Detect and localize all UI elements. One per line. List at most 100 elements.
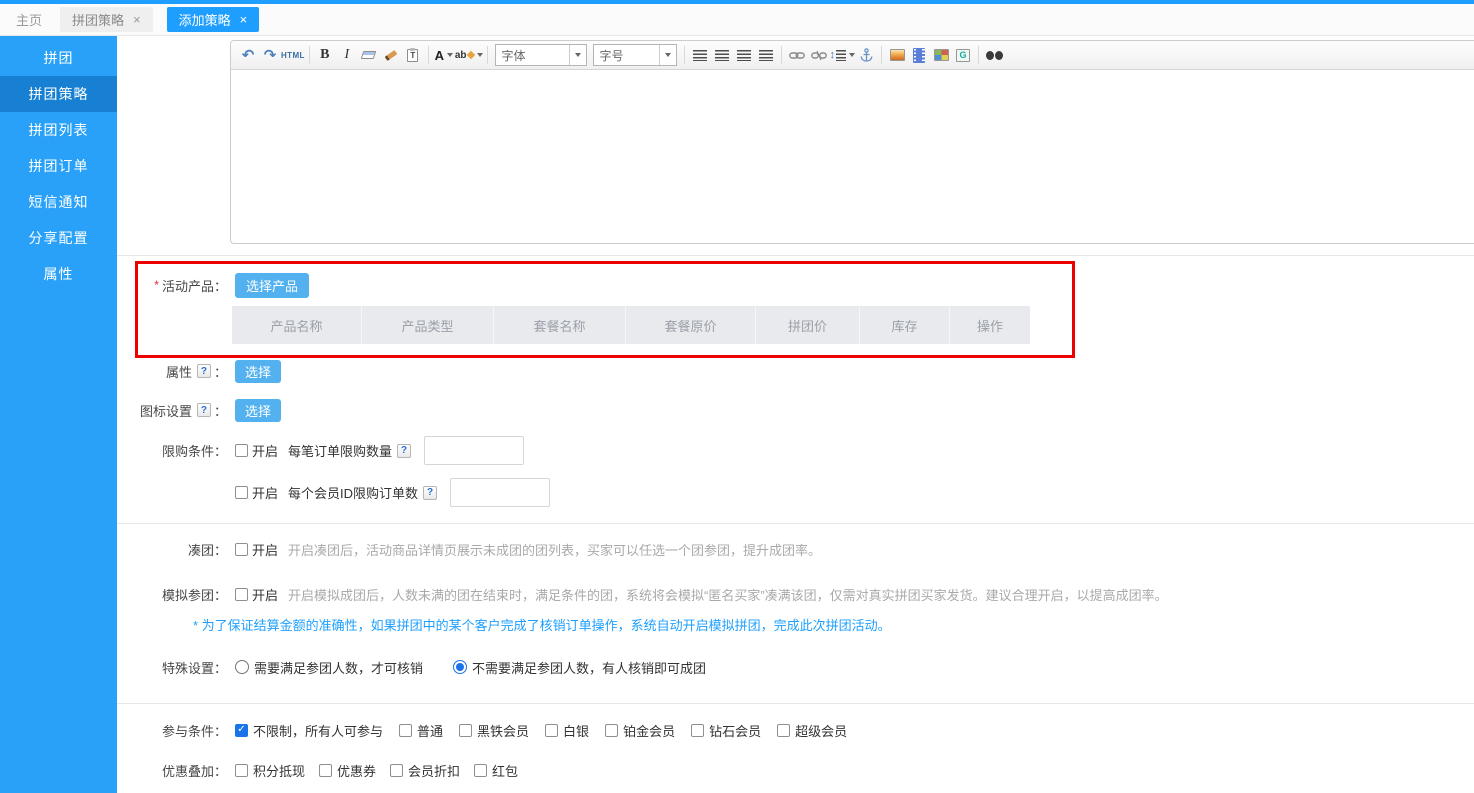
special-option[interactable]: 不需要满足参团人数，有人核销即可成团 bbox=[453, 658, 706, 677]
join-option[interactable]: 超级会员 bbox=[777, 721, 847, 740]
discount-option[interactable]: 优惠券 bbox=[319, 761, 376, 780]
remove-link-icon[interactable] bbox=[808, 43, 830, 67]
radio-label: 需要满足参团人数，才可核销 bbox=[254, 658, 423, 677]
insert-video-icon[interactable] bbox=[908, 43, 930, 67]
attribute-select-button[interactable]: 选择 bbox=[235, 360, 281, 383]
join-option-checkbox[interactable] bbox=[545, 724, 558, 737]
simulate-checkbox[interactable] bbox=[235, 588, 248, 601]
tab-label: 添加策略 bbox=[179, 10, 231, 29]
limit-per-member-checkbox[interactable] bbox=[235, 486, 248, 499]
special-option-radio[interactable] bbox=[453, 660, 467, 674]
discount-option[interactable]: 会员折扣 bbox=[390, 761, 460, 780]
help-icon[interactable]: ? bbox=[423, 486, 437, 500]
sidebar-item-list[interactable]: 拼团列表 bbox=[0, 112, 117, 148]
sidebar-item-label: 分享配置 bbox=[29, 228, 89, 248]
undo-icon[interactable]: ↶ bbox=[237, 43, 259, 67]
align-justify-icon[interactable] bbox=[755, 43, 777, 67]
insert-link-icon[interactable] bbox=[786, 43, 808, 67]
special-option-radio[interactable] bbox=[235, 660, 249, 674]
join-option-checkbox[interactable] bbox=[399, 724, 412, 737]
font-size-select[interactable]: 字号 bbox=[593, 44, 677, 66]
discount-option-checkbox[interactable] bbox=[390, 764, 403, 777]
highlight-color-icon[interactable]: ab bbox=[455, 43, 483, 67]
checkbox-label: 会员折扣 bbox=[408, 761, 460, 780]
font-color-icon[interactable]: A bbox=[433, 43, 455, 67]
join-option[interactable]: 白银 bbox=[545, 721, 589, 740]
insert-media-icon[interactable] bbox=[952, 43, 974, 67]
bold-icon[interactable]: B bbox=[314, 43, 336, 67]
coutuan-checkbox[interactable] bbox=[235, 543, 248, 556]
simulate-join-row: 模拟参团： 开启 开启模拟成团后，人数未满的团在结束时，满足条件的团，系统将会模… bbox=[117, 584, 1168, 604]
help-icon[interactable]: ? bbox=[397, 444, 411, 458]
editor-body[interactable] bbox=[231, 70, 1474, 243]
html-source-icon[interactable]: HTML bbox=[281, 43, 305, 67]
tab-label: 主页 bbox=[16, 10, 42, 29]
sidebar-item-share-config[interactable]: 分享配置 bbox=[0, 220, 117, 256]
simulate-note: * 为了保证结算金额的准确性，如果拼团中的某个客户完成了核销订单操作，系统自动开… bbox=[193, 615, 891, 634]
toolbar-divider bbox=[781, 46, 782, 64]
checkbox-label: 黑铁会员 bbox=[477, 721, 529, 740]
product-table-header: 产品名称 产品类型 套餐名称 套餐原价 拼团价 库存 操作 bbox=[232, 306, 1030, 344]
sidebar-item-orders[interactable]: 拼团订单 bbox=[0, 148, 117, 184]
insert-image-map-icon[interactable] bbox=[930, 43, 952, 67]
toggle-label: 开启 bbox=[252, 540, 278, 559]
join-option-checkbox[interactable] bbox=[691, 724, 704, 737]
discount-option[interactable]: 积分抵现 bbox=[235, 761, 305, 780]
discount-option-checkbox[interactable] bbox=[235, 764, 248, 777]
icon-select-button[interactable]: 选择 bbox=[235, 399, 281, 422]
special-option[interactable]: 需要满足参团人数，才可核销 bbox=[235, 658, 423, 677]
sidebar-item-strategy[interactable]: 拼团策略 bbox=[0, 76, 117, 112]
sidebar-item-group-buy[interactable]: 拼团 bbox=[0, 40, 117, 76]
discount-option-checkbox[interactable] bbox=[319, 764, 332, 777]
sidebar-item-sms-notify[interactable]: 短信通知 bbox=[0, 184, 117, 220]
anchor-icon[interactable] bbox=[855, 43, 877, 67]
help-icon[interactable]: ? bbox=[197, 403, 211, 417]
checkbox-label: 白银 bbox=[563, 721, 589, 740]
discount-option-checkbox[interactable] bbox=[474, 764, 487, 777]
join-option-checkbox[interactable] bbox=[459, 724, 472, 737]
line-height-icon[interactable]: ↕ bbox=[830, 43, 856, 67]
app-window: 主页 拼团策略 × 添加策略 × 拼团 拼团策略 拼团列表 拼团订单 短信通知 … bbox=[0, 0, 1474, 793]
join-option-checkbox[interactable] bbox=[777, 724, 790, 737]
per-member-limit-input[interactable] bbox=[450, 478, 550, 507]
field-label: 参与条件： bbox=[117, 721, 227, 740]
eraser-icon[interactable] bbox=[358, 43, 380, 67]
join-option[interactable]: 不限制，所有人可参与 bbox=[235, 721, 383, 740]
section-divider bbox=[117, 255, 1474, 256]
close-icon[interactable]: × bbox=[133, 13, 141, 26]
field-label: 属性 ? ： bbox=[117, 362, 227, 381]
checkbox-label: 普通 bbox=[417, 721, 443, 740]
help-icon[interactable]: ? bbox=[197, 364, 211, 378]
tab-home[interactable]: 主页 bbox=[12, 7, 46, 32]
align-right-icon[interactable] bbox=[733, 43, 755, 67]
italic-icon[interactable]: I bbox=[336, 43, 358, 67]
field-label: 图标设置 ? ： bbox=[117, 401, 227, 420]
coutuan-row: 凑团： 开启 开启凑团后，活动商品详情页展示未成团的团列表，买家可以任选一个团参… bbox=[117, 539, 821, 559]
font-family-value: 字体 bbox=[502, 47, 526, 64]
simulate-note-row: * 为了保证结算金额的准确性，如果拼团中的某个客户完成了核销订单操作，系统自动开… bbox=[117, 615, 891, 633]
find-replace-icon[interactable] bbox=[983, 43, 1005, 67]
insert-image-icon[interactable] bbox=[886, 43, 908, 67]
paste-as-text-icon[interactable] bbox=[402, 43, 424, 67]
join-option[interactable]: 铂金会员 bbox=[605, 721, 675, 740]
join-option-checkbox[interactable] bbox=[235, 724, 248, 737]
align-left-icon[interactable] bbox=[689, 43, 711, 67]
join-option[interactable]: 黑铁会员 bbox=[459, 721, 529, 740]
join-option[interactable]: 钻石会员 bbox=[691, 721, 761, 740]
limit-per-order-checkbox[interactable] bbox=[235, 444, 248, 457]
format-brush-icon[interactable] bbox=[380, 43, 402, 67]
join-option[interactable]: 普通 bbox=[399, 721, 443, 740]
redo-icon[interactable]: ↷ bbox=[259, 43, 281, 67]
discount-option[interactable]: 红包 bbox=[474, 761, 518, 780]
section-divider bbox=[117, 703, 1474, 704]
close-icon[interactable]: × bbox=[240, 13, 248, 26]
tab-add-strategy[interactable]: 添加策略 × bbox=[167, 7, 260, 32]
tab-pintuan-strategy[interactable]: 拼团策略 × bbox=[60, 7, 153, 32]
font-family-select[interactable]: 字体 bbox=[495, 44, 587, 66]
select-product-button[interactable]: 选择产品 bbox=[235, 273, 309, 298]
per-order-limit-input[interactable] bbox=[424, 436, 524, 465]
checkbox-label: 积分抵现 bbox=[253, 761, 305, 780]
align-center-icon[interactable] bbox=[711, 43, 733, 67]
join-option-checkbox[interactable] bbox=[605, 724, 618, 737]
sidebar-item-attributes[interactable]: 属性 bbox=[0, 256, 117, 292]
